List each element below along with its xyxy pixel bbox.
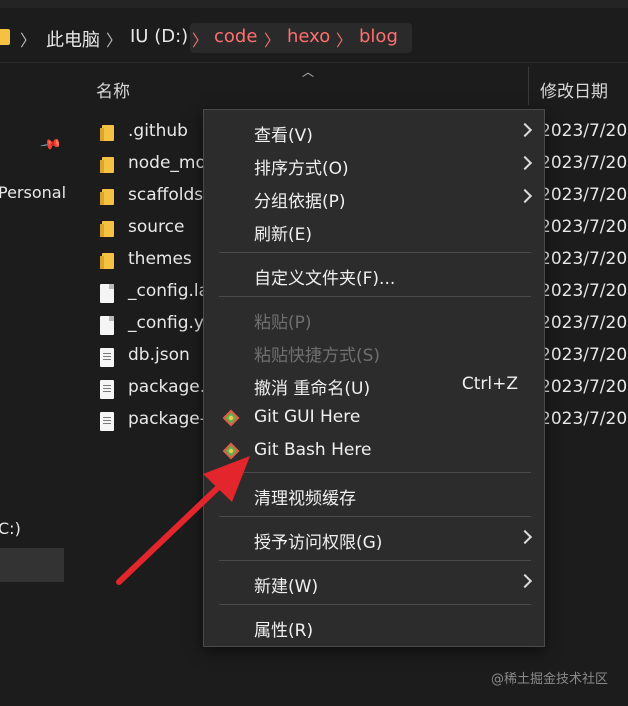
- chevron-right-icon: [517, 122, 533, 138]
- chevron-right-icon[interactable]: 〉: [20, 27, 36, 51]
- file-name: _config.la: [128, 281, 210, 301]
- chevron-right-icon[interactable]: 〉: [264, 27, 280, 51]
- menu-item-label: 自定义文件夹(F)...: [254, 269, 396, 289]
- file-name: node_mo: [128, 153, 206, 173]
- breadcrumb-code[interactable]: code: [214, 26, 257, 47]
- folder-icon: [0, 29, 10, 45]
- chevron-right-icon[interactable]: 〉: [336, 27, 352, 51]
- menu-divider: [219, 560, 531, 561]
- menu-item-label: Git GUI Here: [254, 407, 361, 427]
- file-date: 2023/7/20: [540, 377, 628, 397]
- folder-icon: [100, 188, 116, 206]
- folder-icon: [100, 220, 116, 238]
- menu-item-grant-access[interactable]: 授予访问权限(G): [204, 523, 544, 555]
- menu-item-refresh[interactable]: 刷新(E): [204, 215, 544, 247]
- watermark: @稀土掘金技术社区: [490, 672, 608, 687]
- chevron-right-icon: [517, 529, 533, 545]
- file-date: 2023/7/20: [540, 121, 628, 141]
- menu-item-clear-video-cache[interactable]: 清理视频缓存: [204, 479, 544, 511]
- file-icon: [100, 284, 114, 303]
- file-name: source: [128, 217, 185, 237]
- file-name: package-: [128, 409, 206, 429]
- file-date: 2023/7/20: [540, 345, 628, 365]
- chevron-right-icon[interactable]: 〉: [192, 27, 208, 51]
- file-date: 2023/7/20: [540, 185, 628, 205]
- menu-divider: [219, 296, 531, 297]
- menu-item-new[interactable]: 新建(W): [204, 567, 544, 599]
- menu-divider: [219, 472, 531, 473]
- file-icon: [100, 316, 114, 335]
- menu-item-label: 新建(W): [254, 577, 319, 597]
- nav-item-selected[interactable]: [0, 548, 64, 582]
- column-header-name[interactable]: 名称: [96, 77, 130, 102]
- file-name: themes: [128, 249, 192, 269]
- file-name: scaffolds: [128, 185, 204, 205]
- file-name: db.json: [128, 345, 190, 365]
- nav-item-personal[interactable]: Personal: [0, 183, 66, 202]
- menu-item-git-bash[interactable]: Git Bash Here: [204, 435, 544, 467]
- folder-icon: [100, 124, 116, 142]
- file-date: 2023/7/20: [540, 281, 628, 301]
- document-icon: [100, 380, 114, 399]
- menu-item-label: 分组依据(P): [254, 192, 346, 212]
- folder-icon: [100, 156, 116, 174]
- menu-item-sort[interactable]: 排序方式(O): [204, 149, 544, 181]
- navigation-pane: 📌 Personal C:): [0, 63, 66, 706]
- menu-item-customize-folder[interactable]: 自定义文件夹(F)...: [204, 259, 544, 291]
- breadcrumb-blog[interactable]: blog: [359, 26, 398, 47]
- menu-item-properties[interactable]: 属性(R): [204, 611, 544, 643]
- breadcrumb-hexo[interactable]: hexo: [287, 26, 330, 47]
- menu-item-label: 排序方式(O): [254, 159, 349, 179]
- nav-item-drive-c[interactable]: C:): [0, 519, 21, 538]
- file-date: 2023/7/20: [540, 249, 628, 269]
- breadcrumb-drive-d[interactable]: IU (D:): [130, 26, 188, 47]
- file-date: 2023/7/20: [540, 409, 628, 429]
- file-date: 2023/7/20: [540, 313, 628, 333]
- file-name: package.: [128, 377, 206, 397]
- file-name: .github: [128, 121, 188, 141]
- window-top-strip: [0, 0, 628, 8]
- file-name: _config.y: [128, 313, 204, 333]
- menu-item-git-gui[interactable]: Git GUI Here: [204, 402, 544, 434]
- menu-divider: [219, 604, 531, 605]
- menu-divider: [219, 516, 531, 517]
- document-icon: [100, 412, 114, 431]
- menu-item-paste: 粘贴(P): [204, 303, 544, 335]
- menu-item-label: 授予访问权限(G): [254, 533, 383, 553]
- menu-item-label: 查看(V): [254, 126, 313, 146]
- menu-item-label: 刷新(E): [254, 225, 313, 245]
- chevron-right-icon: [517, 188, 533, 204]
- menu-item-label: 清理视频缓存: [254, 489, 356, 509]
- menu-divider: [219, 252, 531, 253]
- menu-item-undo-rename[interactable]: 撤消 重命名(U) Ctrl+Z: [204, 369, 544, 401]
- git-icon: [222, 442, 240, 460]
- menu-item-label: 属性(R): [254, 621, 314, 641]
- chevron-right-icon: [517, 155, 533, 171]
- column-divider[interactable]: [528, 67, 529, 105]
- chevron-right-icon[interactable]: 〉: [106, 27, 122, 51]
- menu-item-paste-shortcut: 粘贴快捷方式(S): [204, 336, 544, 368]
- git-icon: [222, 409, 240, 427]
- menu-item-shortcut: Ctrl+Z: [461, 374, 518, 394]
- pin-icon: 📌: [38, 133, 63, 157]
- breadcrumb-this-pc[interactable]: 此电脑: [46, 26, 100, 52]
- menu-item-label: 粘贴(P): [254, 313, 312, 333]
- folder-icon: [100, 252, 116, 270]
- column-header-date[interactable]: 修改日期: [540, 77, 608, 102]
- sort-up-icon: ︿: [302, 65, 315, 79]
- menu-item-label: 粘贴快捷方式(S): [254, 346, 381, 366]
- document-icon: [100, 348, 114, 367]
- chevron-right-icon: [517, 573, 533, 589]
- menu-item-view[interactable]: 查看(V): [204, 116, 544, 148]
- file-date: 2023/7/20: [540, 153, 628, 173]
- file-date: 2023/7/20: [540, 217, 628, 237]
- context-menu: 查看(V) 排序方式(O) 分组依据(P) 刷新(E) 自定义文件夹(F)...…: [203, 109, 545, 647]
- address-bar[interactable]: 〉 此电脑 〉 IU (D:) 〉 code 〉 hexo 〉 blog: [0, 12, 628, 63]
- menu-item-group[interactable]: 分组依据(P): [204, 182, 544, 214]
- menu-item-label: Git Bash Here: [254, 440, 372, 460]
- menu-item-label: 撤消 重命名(U): [254, 379, 371, 399]
